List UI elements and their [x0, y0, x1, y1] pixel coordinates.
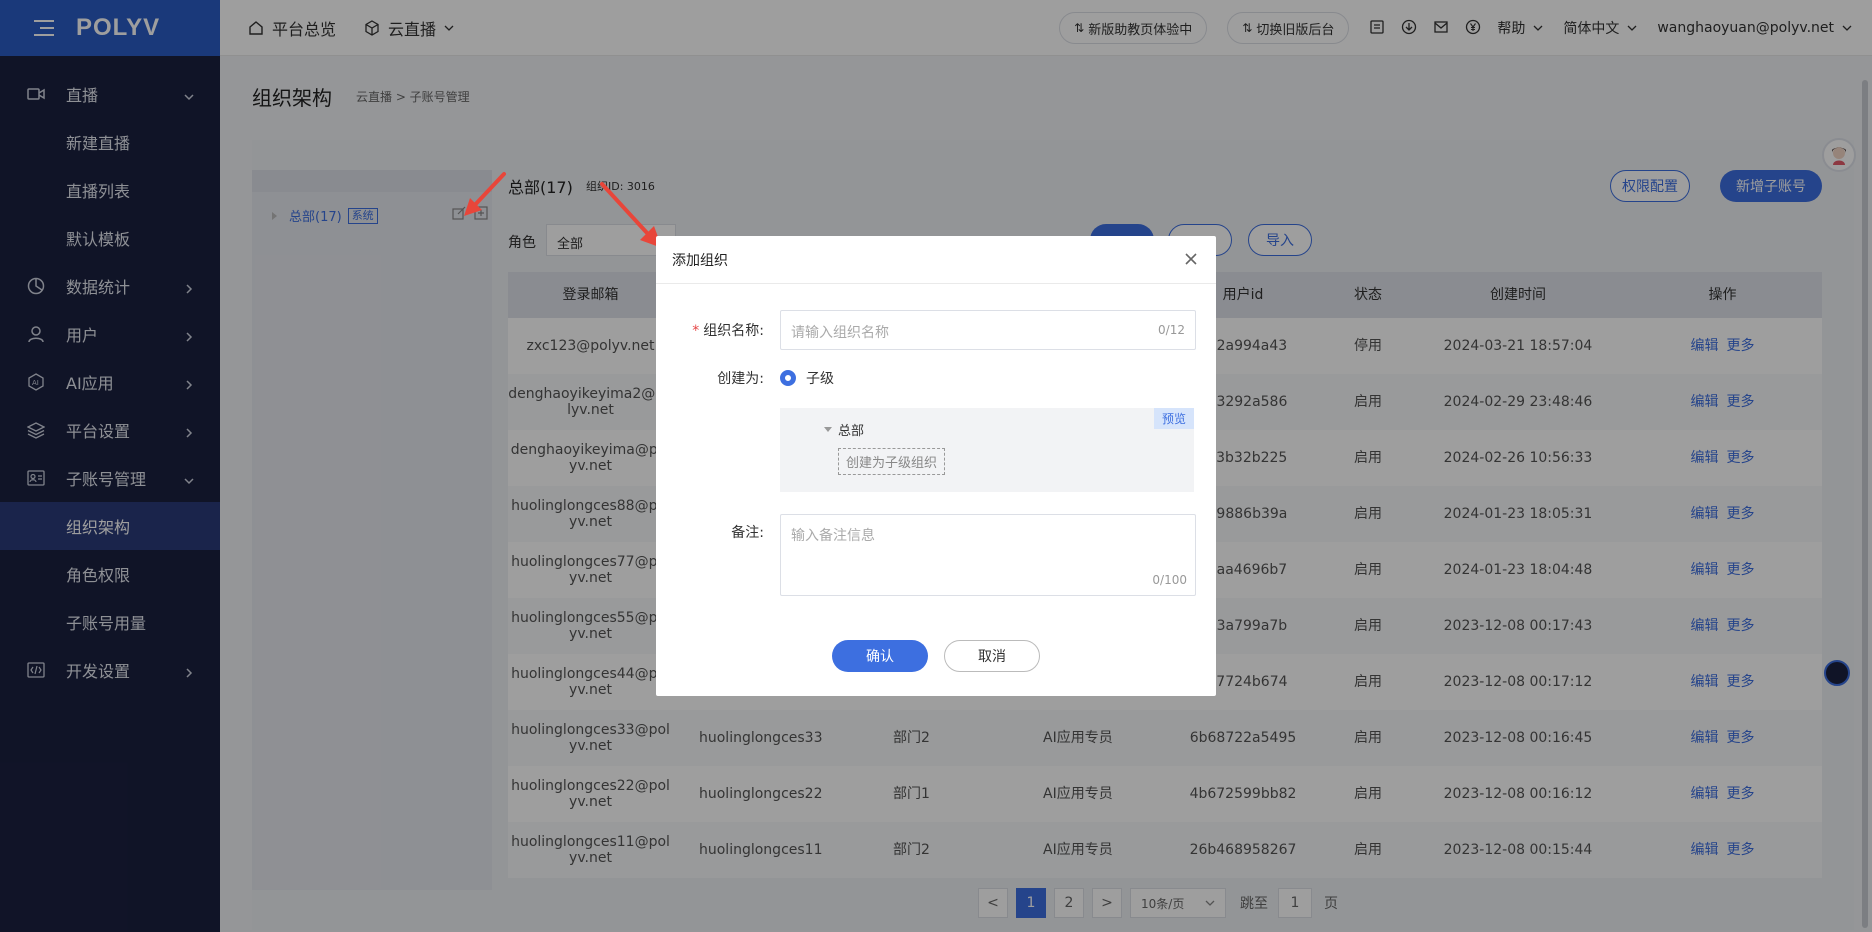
org-preview: 预览 总部 创建为子级组织 [780, 408, 1194, 492]
char-count: 0/12 [1158, 323, 1185, 337]
confirm-button[interactable]: 确认 [832, 640, 928, 672]
close-icon[interactable] [1184, 252, 1198, 266]
radio-label: 子级 [806, 371, 834, 387]
preview-tag: 预览 [1153, 408, 1194, 429]
label-text: 组织名称: [703, 323, 764, 339]
input-placeholder: 请输入组织名称 [791, 325, 889, 341]
create-as-child-radio[interactable]: 子级 [780, 368, 834, 388]
org-name-label: * 组织名称: [656, 320, 764, 340]
create-as-label: 创建为: [717, 371, 764, 387]
note-label: 备注: [731, 525, 764, 541]
dialog-header: 添加组织 [656, 236, 1216, 284]
cancel-button[interactable]: 取消 [944, 640, 1040, 672]
add-org-dialog: 添加组织 * 组织名称: 请输入组织名称 0/12 创建为: 子级 预览 总部 创… [656, 236, 1216, 696]
preview-root-label: 总部 [838, 424, 865, 439]
dialog-title: 添加组织 [672, 252, 728, 269]
preview-root-node: 总部 [824, 420, 864, 439]
required-mark: * [692, 323, 700, 339]
expand-icon [824, 427, 832, 432]
textarea-placeholder: 输入备注信息 [791, 528, 875, 544]
annotation-arrow-icon [600, 182, 662, 248]
radio-selected-icon [780, 370, 796, 386]
annotation-arrow-icon [464, 172, 506, 216]
note-textarea[interactable]: 输入备注信息 0/100 [780, 514, 1196, 596]
preview-child-node: 创建为子级组织 [838, 448, 946, 475]
char-count: 0/100 [1152, 573, 1187, 587]
org-name-input[interactable]: 请输入组织名称 0/12 [780, 310, 1196, 350]
